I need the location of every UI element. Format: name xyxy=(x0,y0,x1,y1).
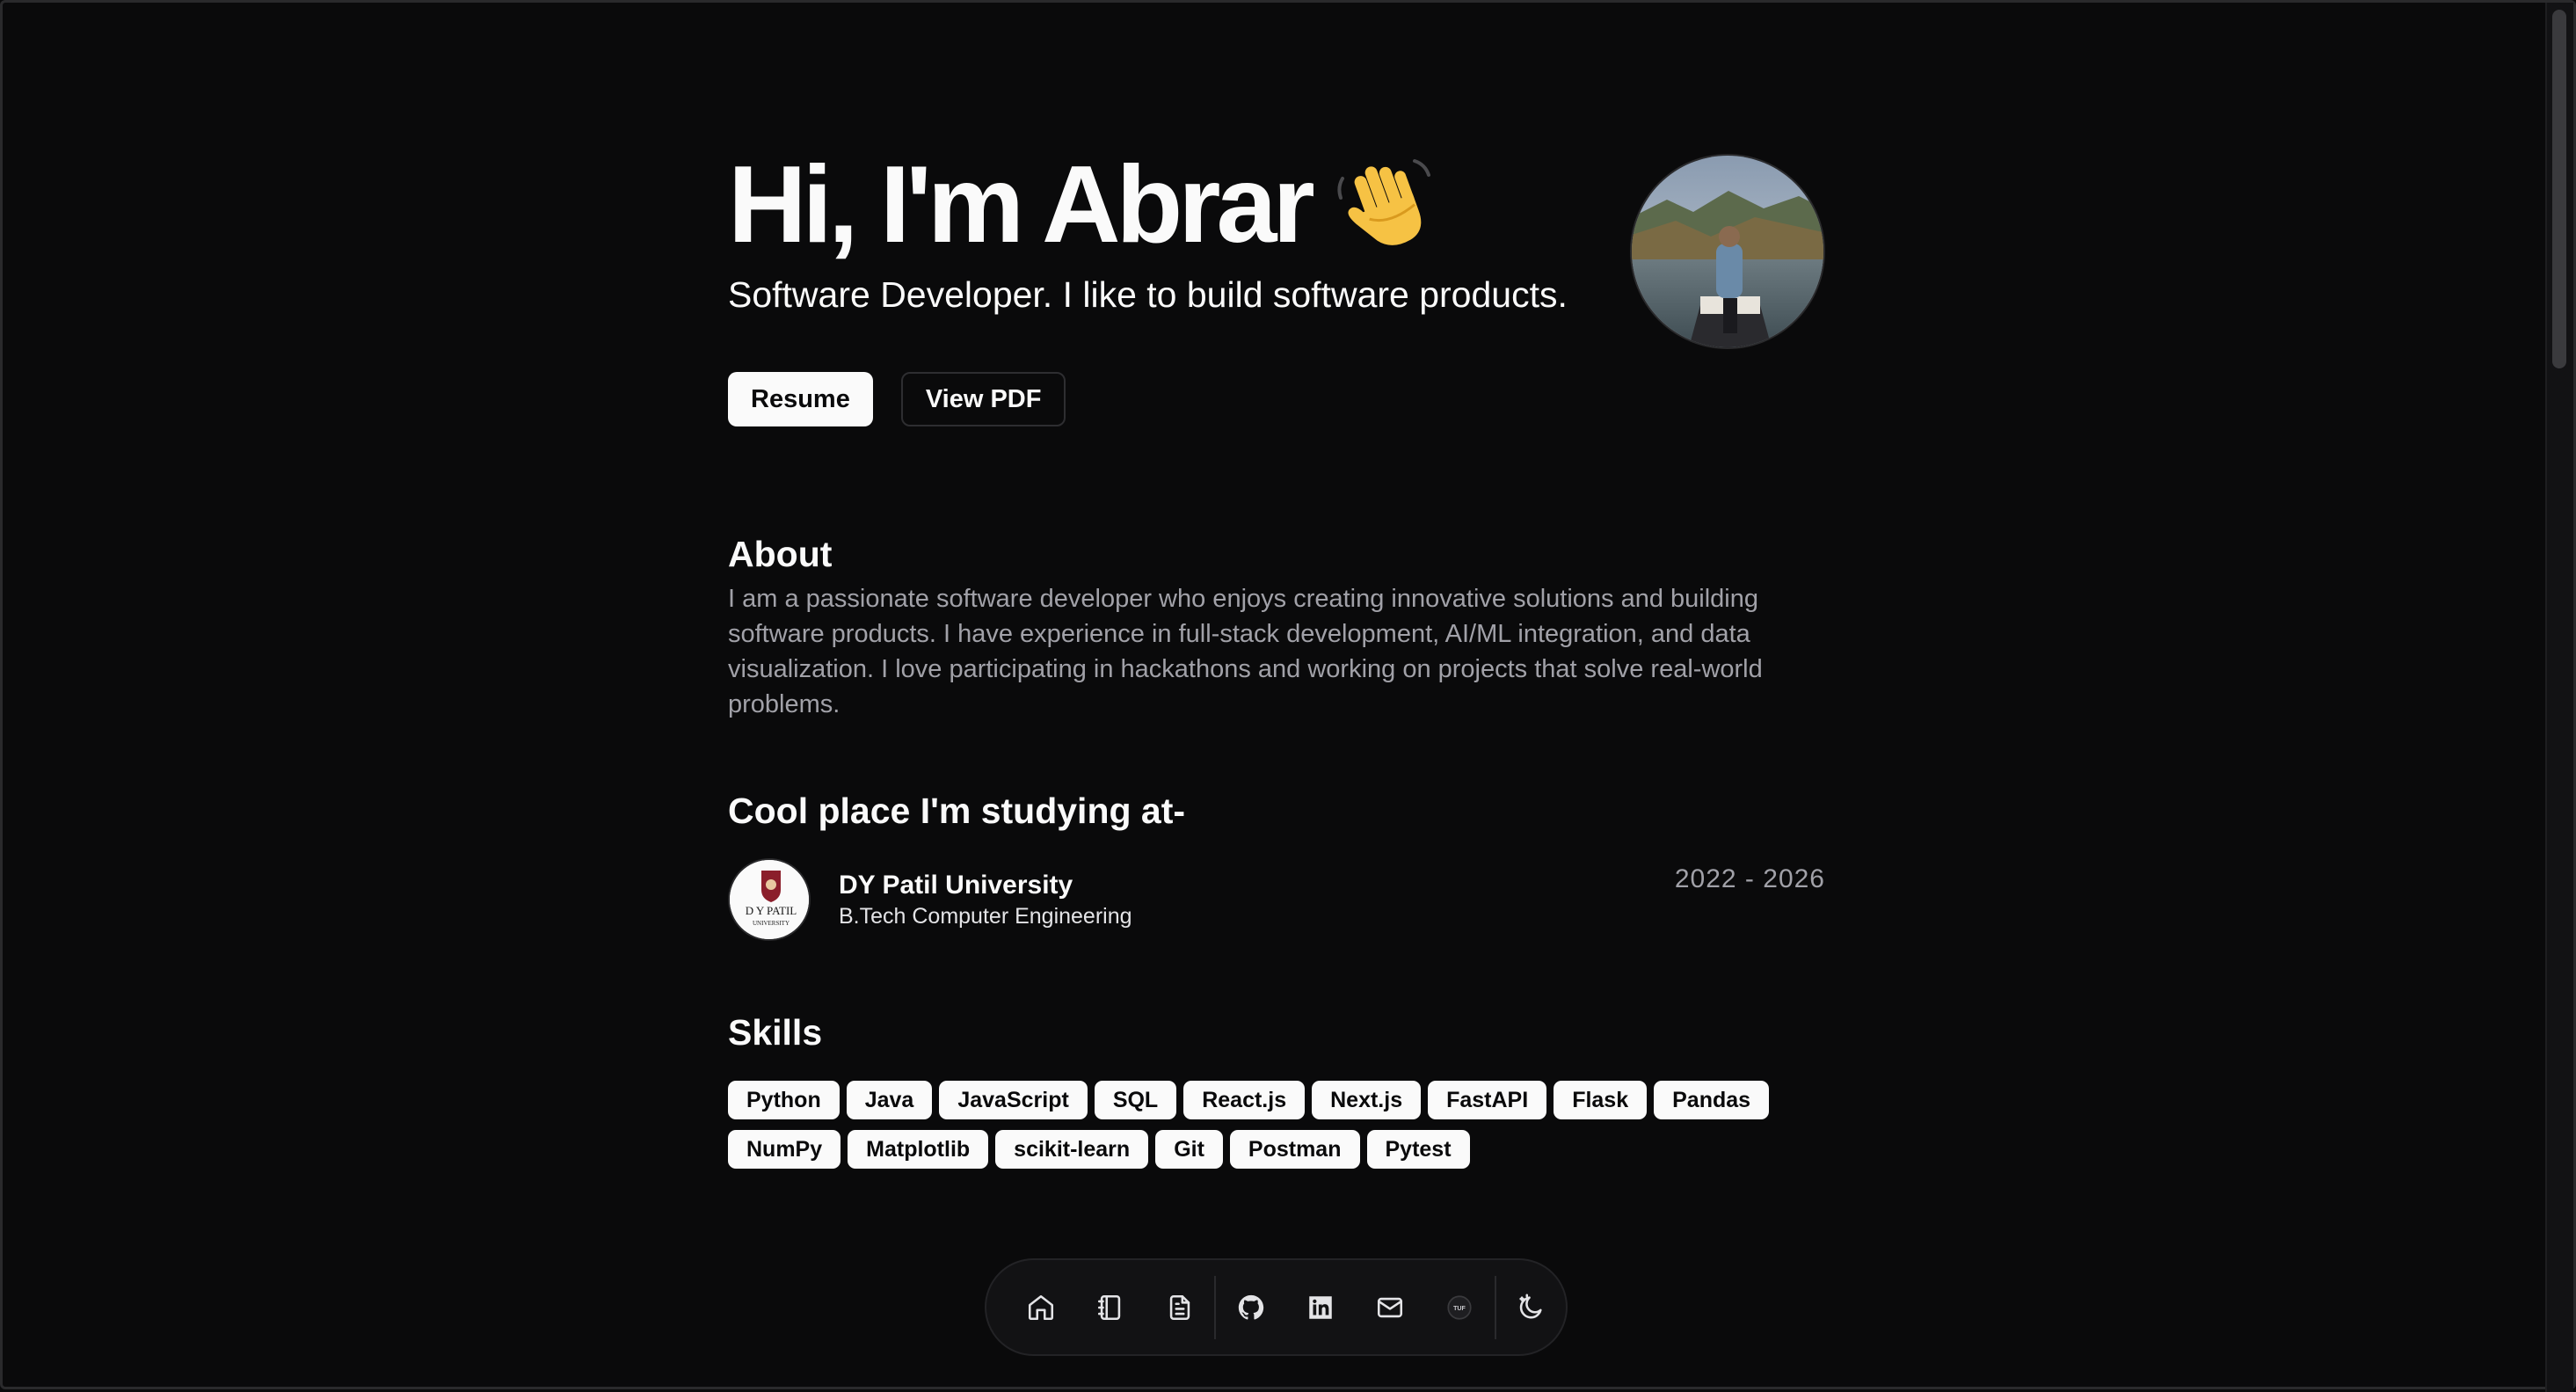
main-content: Hi, I'm Abrar Software Developer. I like… xyxy=(728,143,1825,1169)
theme-toggle-icon xyxy=(1519,1294,1543,1318)
tuf-label: TUF xyxy=(1453,1304,1466,1311)
dock-mail[interactable] xyxy=(1356,1272,1425,1343)
skill-badge: Pytest xyxy=(1366,1130,1470,1169)
mail-icon xyxy=(1378,1297,1403,1317)
action-buttons: Resume View PDF xyxy=(728,372,1825,426)
skill-badge: scikit-learn xyxy=(995,1130,1149,1169)
skill-badge: Postman xyxy=(1229,1130,1360,1169)
dock-home[interactable] xyxy=(1006,1272,1075,1343)
skill-badge: FastAPI xyxy=(1428,1081,1547,1119)
home-icon xyxy=(1028,1294,1053,1320)
skill-badge: Flask xyxy=(1554,1081,1648,1119)
about-text: I am a passionate software developer who… xyxy=(728,585,1763,718)
skill-badge: React.js xyxy=(1183,1081,1306,1119)
skills-section: Skills Python Java JavaScript SQL React.… xyxy=(728,1010,1825,1169)
waving-hand-icon xyxy=(1330,152,1436,258)
skills-list: Python Java JavaScript SQL React.js Next… xyxy=(728,1081,1825,1169)
hero-title-text: Hi, I'm Abrar xyxy=(728,144,1315,266)
dock-notebook[interactable] xyxy=(1075,1272,1145,1343)
skill-badge: Matplotlib xyxy=(848,1130,989,1169)
linkedin-icon xyxy=(1309,1295,1332,1319)
dock-github[interactable] xyxy=(1216,1272,1285,1343)
university-logo-subtext: UNIVERSITY xyxy=(753,920,790,927)
tuf-icon: TUF xyxy=(1447,1294,1472,1320)
file-text-icon xyxy=(1169,1294,1190,1320)
hero-section: Hi, I'm Abrar Software Developer. I like… xyxy=(728,143,1825,372)
university-logo: D Y PATIL UNIVERSITY xyxy=(728,858,811,941)
skill-badge: SQL xyxy=(1094,1081,1177,1119)
skill-badge: NumPy xyxy=(728,1130,841,1169)
dock-linkedin[interactable] xyxy=(1285,1272,1355,1343)
dock-tuf[interactable]: TUF xyxy=(1425,1272,1495,1343)
scrollbar-track[interactable] xyxy=(2545,3,2573,1392)
education-dates: 2022 - 2026 xyxy=(1674,864,1825,893)
about-title: About xyxy=(728,534,833,574)
university-logo-text: D Y PATIL xyxy=(746,904,797,917)
github-icon xyxy=(1238,1294,1264,1319)
view-pdf-button[interactable]: View PDF xyxy=(900,372,1066,426)
degree-name: B.Tech Computer Engineering xyxy=(839,904,1132,929)
skill-badge: Java xyxy=(846,1081,933,1119)
education-section: Cool place I'm studying at- D Y PATIL UN… xyxy=(728,789,1825,942)
resume-button[interactable]: Resume xyxy=(728,372,873,426)
education-item[interactable]: D Y PATIL UNIVERSITY DY Patil University… xyxy=(728,857,1825,942)
browser-frame: Hi, I'm Abrar Software Developer. I like… xyxy=(0,0,2576,1392)
bottom-dock: TUF xyxy=(985,1258,1568,1356)
skill-badge: Next.js xyxy=(1312,1081,1422,1119)
skill-badge: Pandas xyxy=(1654,1081,1770,1119)
dock-theme-toggle[interactable] xyxy=(1496,1272,1566,1343)
skill-badge: Python xyxy=(728,1081,840,1119)
about-section: About I am a passionate software develop… xyxy=(728,532,1825,722)
notebook-icon xyxy=(1097,1294,1120,1320)
skills-title: Skills xyxy=(728,1012,823,1053)
education-info: DY Patil University B.Tech Computer Engi… xyxy=(839,869,1132,930)
skill-badge: Git xyxy=(1155,1130,1223,1169)
education-title: Cool place I'm studying at- xyxy=(728,791,1186,831)
university-name: DY Patil University xyxy=(839,871,1073,900)
profile-avatar xyxy=(1630,154,1825,349)
skill-badge: JavaScript xyxy=(939,1081,1088,1119)
dock-resume[interactable] xyxy=(1145,1272,1214,1343)
scrollbar-thumb[interactable] xyxy=(2552,10,2566,368)
